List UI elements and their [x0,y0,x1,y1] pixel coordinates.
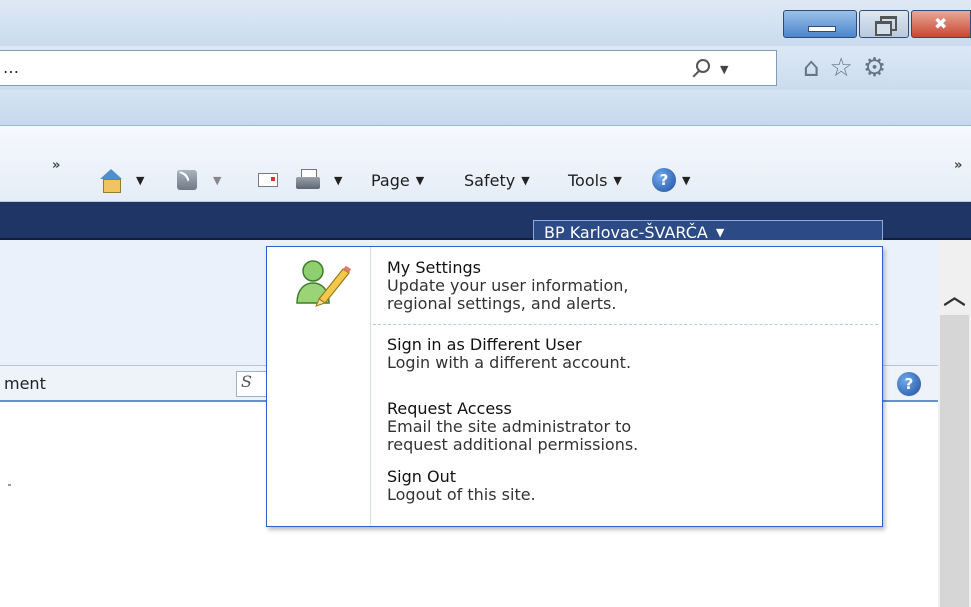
mail-icon [258,173,278,187]
gear-icon[interactable]: ⚙ [863,55,886,81]
scroll-thumb[interactable] [940,315,969,607]
page-dot [8,484,11,486]
chevron-down-icon[interactable]: ▼ [334,174,342,187]
print-icon [296,169,320,191]
menu-item-desc: Login with a different account. [387,353,632,372]
page-menu[interactable]: Page ▼ [371,167,424,193]
scroll-up-arrow-icon[interactable]: ︿ [938,280,971,310]
chevron-down-icon: ▼ [682,173,691,187]
chevron-down-icon: ▼ [521,173,530,187]
menu-item-title: Sign in as Different User [387,335,582,354]
rss-icon [177,170,197,190]
page-help-button[interactable]: ? [897,372,921,396]
user-settings-icon [296,260,351,307]
menu-item-desc: Update your user information, [387,276,629,295]
menu-item-desc: Email the site administrator to [387,417,632,436]
chevron-down-icon: ▼ [415,173,425,187]
feeds-button[interactable]: ▼ [177,167,221,193]
safety-menu[interactable]: Safety ▼ [464,167,530,193]
home-button[interactable]: ▼ [98,167,144,193]
print-button[interactable]: ▼ [296,167,342,193]
chevron-more-left-icon[interactable]: » [52,158,60,173]
mail-button[interactable] [258,167,278,193]
menu-item-sign-in-different-user[interactable]: Sign in as Different User Login with a d… [387,336,867,372]
window-title-bar [0,0,971,46]
home-icon [98,169,124,193]
chevron-down-icon[interactable]: ▼ [213,174,221,187]
restore-button[interactable] [859,10,909,38]
menu-separator [373,324,878,325]
menu-item-request-access[interactable]: Request Access Email the site administra… [387,400,867,454]
help-menu[interactable]: ? ▼ [652,167,690,193]
chevron-more-right-icon[interactable]: » [954,158,962,173]
menu-item-title: My Settings [387,258,481,277]
menu-icon-column [267,247,371,526]
page-menu-label: Page [371,170,410,190]
menu-item-title: Request Access [387,399,512,418]
address-input[interactable]: … ▼ [0,50,777,86]
favorites-bar [0,90,971,126]
user-dropdown-menu: My Settings Update your user information… [266,246,883,527]
menu-item-title: Sign Out [387,467,456,486]
window-controls [781,10,971,38]
menu-item-desc: Logout of this site. [387,485,536,504]
menu-item-desc: request additional permissions. [387,435,639,454]
help-icon: ? [897,372,921,396]
menu-item-sign-out[interactable]: Sign Out Logout of this site. [387,468,867,504]
browser-icons: ⌂ ☆ ⚙ [803,50,886,86]
search-lens [696,59,710,73]
search-icon[interactable]: ▼ [696,57,736,81]
help-icon: ? [652,168,676,192]
minimize-button[interactable] [783,10,857,38]
chevron-down-icon: ▼ [613,173,622,187]
safety-menu-label: Safety [464,170,516,190]
tools-menu[interactable]: Tools ▼ [568,167,622,193]
menu-item-my-settings[interactable]: My Settings Update your user information… [387,259,867,313]
address-text: … [3,58,19,77]
tools-menu-label: Tools [568,170,608,190]
home-icon[interactable]: ⌂ [803,55,820,81]
close-button[interactable] [911,10,971,38]
star-icon[interactable]: ☆ [830,55,853,81]
chevron-down-icon: ▼ [720,63,729,76]
vertical-scrollbar[interactable]: ︿ [938,240,971,607]
menu-item-desc: regional settings, and alerts. [387,294,617,313]
user-name: BP Karlovac-ŠVARČA [544,222,708,242]
chevron-down-icon[interactable]: ▼ [136,174,144,187]
chevron-down-icon: ▼ [715,225,725,239]
tab-label-partial[interactable]: ment [4,374,46,393]
address-bar: … ▼ ⌂ ☆ ⚙ [0,46,971,90]
